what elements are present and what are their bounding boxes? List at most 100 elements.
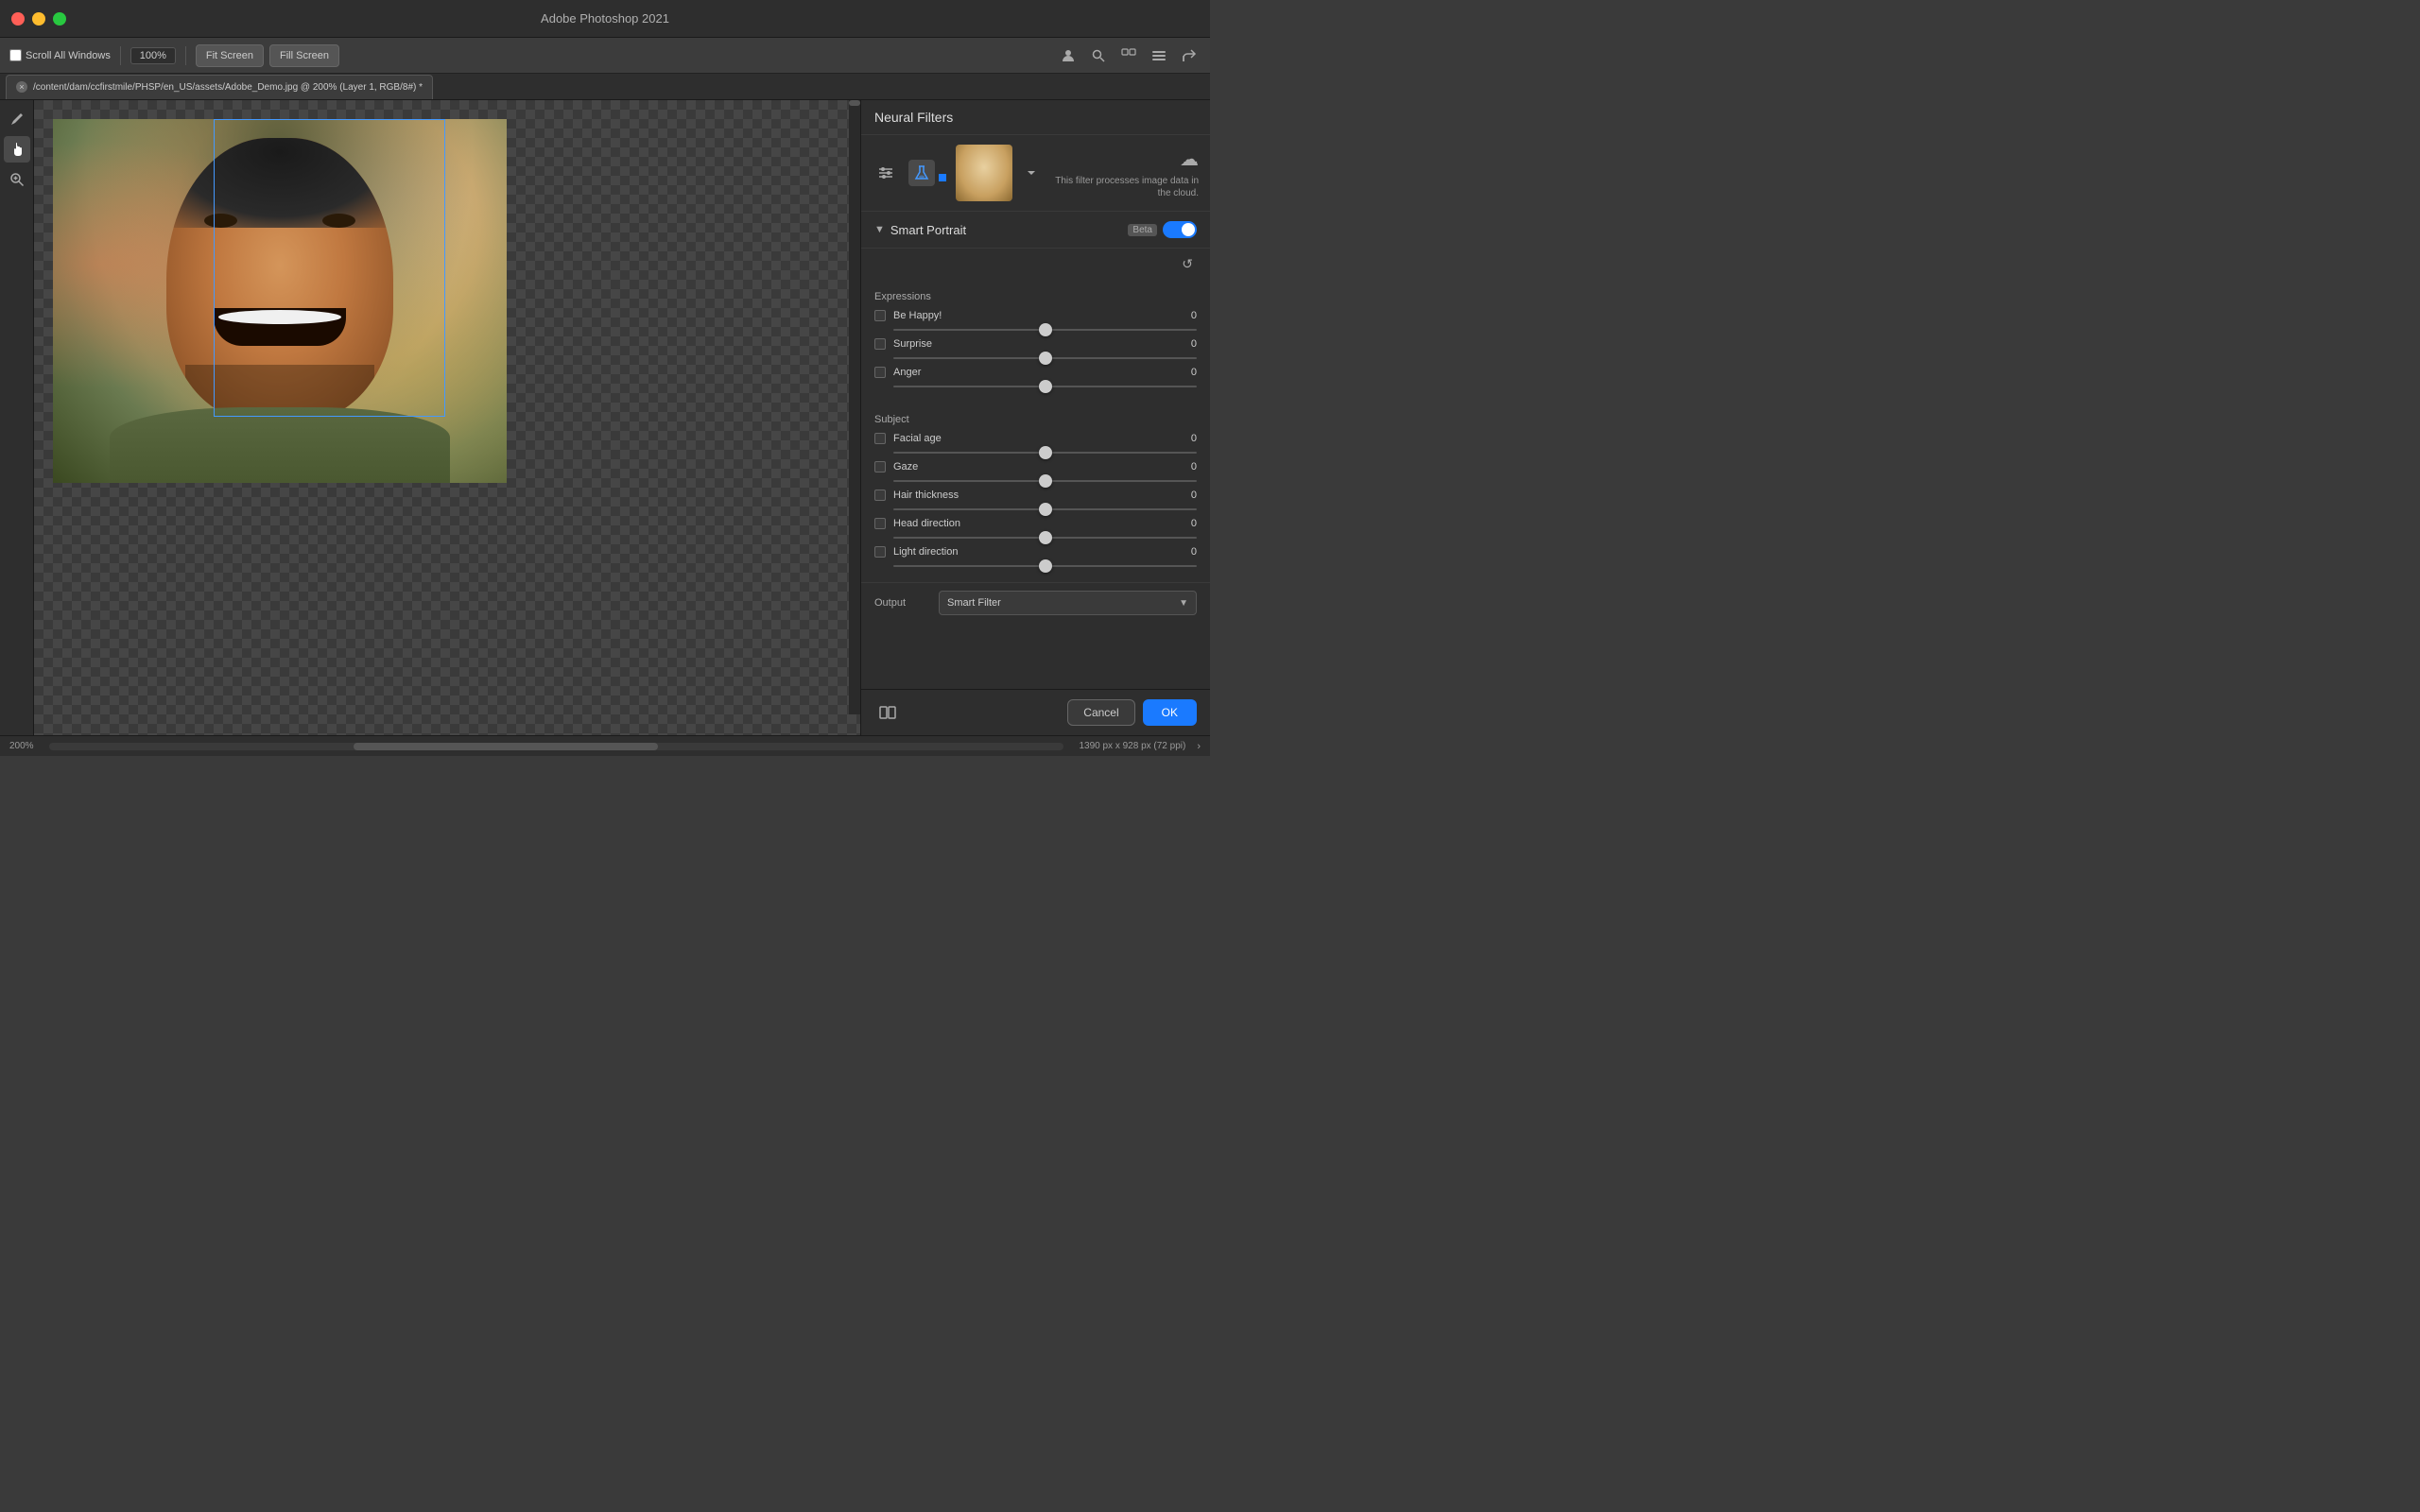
search-icon[interactable] xyxy=(1087,44,1110,67)
cancel-button[interactable]: Cancel xyxy=(1067,699,1134,726)
separator xyxy=(120,46,121,65)
panel-content[interactable]: ▼ Smart Portrait Beta ↺ Expressions Be xyxy=(861,212,1210,689)
surprise-slider-wrapper xyxy=(874,357,1197,359)
ok-button[interactable]: OK xyxy=(1143,699,1197,726)
head-direction-label: Head direction xyxy=(893,518,1170,529)
hair-thickness-label: Hair thickness xyxy=(893,490,1170,501)
anger-checkbox[interactable] xyxy=(874,367,886,378)
hair-thickness-thumb[interactable] xyxy=(1039,503,1052,516)
gaze-value: 0 xyxy=(1178,461,1197,472)
facial-age-thumb[interactable] xyxy=(1039,446,1052,459)
light-direction-thumb[interactable] xyxy=(1039,559,1052,573)
output-row: Output Smart Filter ▼ xyxy=(861,582,1210,623)
facial-age-slider-wrapper xyxy=(874,452,1197,454)
expressions-label: Expressions xyxy=(874,291,1197,302)
head-direction-slider-wrapper xyxy=(874,537,1197,539)
vertical-scrollbar[interactable] xyxy=(849,100,860,714)
nf-top-area: ☁ This filter processes image data in th… xyxy=(861,135,1210,212)
reset-row: ↺ xyxy=(861,249,1210,280)
canvas-image-wrapper xyxy=(53,119,860,735)
scroll-all-windows-label: Scroll All Windows xyxy=(26,50,111,61)
compare-icon[interactable] xyxy=(874,699,901,726)
minimize-button[interactable] xyxy=(32,12,45,26)
pencil-tool[interactable] xyxy=(4,106,30,132)
zoom-tool[interactable] xyxy=(4,166,30,193)
facial-age-checkbox[interactable] xyxy=(874,433,886,444)
light-direction-label: Light direction xyxy=(893,546,1170,558)
reset-icon[interactable]: ↺ xyxy=(1178,252,1197,276)
shirt xyxy=(110,407,450,483)
hair-thickness-checkbox[interactable] xyxy=(874,490,886,501)
hand-tool[interactable] xyxy=(4,136,30,163)
light-direction-value: 0 xyxy=(1178,546,1197,558)
slider-light-direction: Light direction 0 xyxy=(874,546,1197,567)
titlebar: Adobe Photoshop 2021 xyxy=(0,0,1210,38)
panel-bottom: Cancel OK xyxy=(861,689,1210,735)
tab-label: /content/dam/ccfirstmile/PHSP/en_US/asse… xyxy=(33,82,423,93)
panel-header: Neural Filters xyxy=(861,100,1210,135)
thumbnail-dropdown[interactable] xyxy=(1022,163,1041,182)
head-direction-thumb[interactable] xyxy=(1039,531,1052,544)
toolbar-right xyxy=(1057,44,1201,67)
zoom-input[interactable] xyxy=(130,47,176,64)
surprise-checkbox[interactable] xyxy=(874,338,886,350)
output-select[interactable]: Smart Filter ▼ xyxy=(939,591,1197,615)
window-controls xyxy=(11,12,66,26)
light-direction-slider-wrapper xyxy=(874,565,1197,567)
subject-label: Subject xyxy=(874,414,1197,425)
share-icon[interactable] xyxy=(1178,44,1201,67)
close-button[interactable] xyxy=(11,12,25,26)
tabbar: × /content/dam/ccfirstmile/PHSP/en_US/as… xyxy=(0,74,1210,100)
section-chevron[interactable]: ▼ xyxy=(874,224,885,235)
gaze-checkbox[interactable] xyxy=(874,461,886,472)
head-direction-checkbox[interactable] xyxy=(874,518,886,529)
anger-track xyxy=(893,386,1197,387)
slider-gaze: Gaze 0 xyxy=(874,461,1197,482)
arrange-icon[interactable] xyxy=(1117,44,1140,67)
anger-label: Anger xyxy=(893,367,1170,378)
active-indicator xyxy=(939,174,946,181)
more-icon[interactable] xyxy=(1148,44,1170,67)
user-icon[interactable] xyxy=(1057,44,1080,67)
hair-thickness-value: 0 xyxy=(1178,490,1197,501)
statusbar: 200% 1390 px x 928 px (72 ppi) › xyxy=(0,735,1210,756)
cloud-description: This filter processes image data in the … xyxy=(1050,175,1199,199)
anger-thumb[interactable] xyxy=(1039,380,1052,393)
fit-screen-button[interactable]: Fit Screen xyxy=(196,44,264,67)
facial-age-label: Facial age xyxy=(893,433,1170,444)
surprise-label: Surprise xyxy=(893,338,1170,350)
anger-slider-wrapper xyxy=(874,386,1197,387)
scroll-all-windows-checkbox[interactable] xyxy=(9,49,22,61)
slider-facial-age: Facial age 0 xyxy=(874,433,1197,454)
light-direction-checkbox[interactable] xyxy=(874,546,886,558)
cloud-info: ☁ This filter processes image data in th… xyxy=(1050,147,1199,199)
be-happy-thumb[interactable] xyxy=(1039,323,1052,336)
facial-age-value: 0 xyxy=(1178,433,1197,444)
toolbar: Scroll All Windows Fit Screen Fill Scree… xyxy=(0,38,1210,74)
head-direction-track xyxy=(893,537,1197,539)
subject-section: Subject Facial age 0 xyxy=(861,403,1210,582)
be-happy-checkbox[interactable] xyxy=(874,310,886,321)
tab-close-button[interactable]: × xyxy=(16,81,27,93)
beta-badge: Beta xyxy=(1128,224,1157,236)
gaze-track xyxy=(893,480,1197,482)
smart-portrait-header: ▼ Smart Portrait Beta xyxy=(861,212,1210,249)
be-happy-track xyxy=(893,329,1197,331)
fill-screen-button[interactable]: Fill Screen xyxy=(269,44,339,67)
be-happy-value: 0 xyxy=(1178,310,1197,321)
arrow-nav[interactable]: › xyxy=(1197,741,1201,752)
scroll-thumb xyxy=(849,100,860,106)
flask-icon[interactable] xyxy=(908,160,935,186)
filter-view-icon[interactable] xyxy=(873,160,899,186)
app-title: Adobe Photoshop 2021 xyxy=(541,11,669,26)
separator2 xyxy=(185,46,186,65)
smart-portrait-toggle[interactable] xyxy=(1163,221,1197,238)
surprise-thumb[interactable] xyxy=(1039,352,1052,365)
document-tab[interactable]: × /content/dam/ccfirstmile/PHSP/en_US/as… xyxy=(6,75,433,99)
scrollbar-thumb xyxy=(354,743,658,750)
maximize-button[interactable] xyxy=(53,12,66,26)
filter-thumbnail xyxy=(956,145,1012,201)
gaze-thumb[interactable] xyxy=(1039,474,1052,488)
hair-thickness-slider-wrapper xyxy=(874,508,1197,510)
horizontal-scrollbar[interactable] xyxy=(49,743,1064,750)
